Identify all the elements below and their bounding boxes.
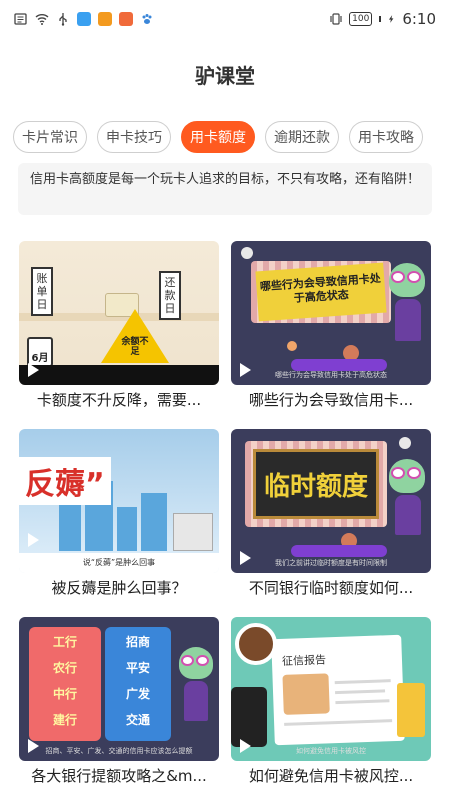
report-line — [335, 689, 386, 695]
category-description: 信用卡高额度是每一个玩卡人追求的目标，不只有攻略，还有陷阱！ — [18, 163, 432, 215]
tab-credit-limit[interactable]: 用卡额度 — [181, 121, 255, 153]
character-body — [395, 299, 421, 341]
bank-list-item: 招商 — [125, 635, 150, 649]
thumb-headline: 反薅” — [19, 457, 111, 505]
video-thumbnail[interactable]: 工行 农行 中行 建行 招商 平安 广发 交通 招商、平安、广发、交通的信用卡应… — [19, 617, 219, 761]
tab-card-strategy[interactable]: 用卡攻略 — [349, 121, 423, 153]
usb-icon — [59, 13, 67, 26]
video-card[interactable]: 工行 农行 中行 建行 招商 平安 广发 交通 招商、平安、广发、交通的信用卡应… — [19, 617, 219, 786]
glasses-icon — [407, 467, 421, 479]
video-card[interactable]: 征信报告 如何避免信用卡被风控 如何避免信用卡被风控... — [231, 617, 431, 786]
video-title[interactable]: 各大银行提额攻略之&m... — [19, 765, 219, 786]
panel-text: 临时额度 — [253, 449, 379, 519]
video-thumbnail[interactable]: 反薅” 说“反薅”是肿么回事 — [19, 429, 219, 573]
bank-list-item: 农行 — [52, 661, 77, 675]
video-title[interactable]: 不同银行临时额度如何... — [231, 577, 431, 598]
battery-tip — [379, 16, 382, 22]
battery-indicator: 100 — [349, 12, 373, 26]
charging-icon — [389, 15, 394, 23]
thumb-subtitle: 哪些行为会导致信用卡处于高危状态 — [275, 371, 387, 379]
glasses-icon — [391, 271, 405, 283]
video-title[interactable]: 被反薅是肿么回事？ — [19, 577, 219, 598]
banner-text: 哪些行为会导致信用卡处于高危状态 — [255, 262, 387, 322]
planet-icon — [399, 437, 411, 449]
play-icon — [240, 363, 251, 377]
report-line — [335, 699, 390, 705]
phone-image — [231, 687, 267, 747]
glasses-icon — [196, 655, 209, 666]
decor-strip — [291, 545, 387, 557]
paw-icon — [142, 14, 152, 24]
battery-level: 100 — [352, 13, 370, 24]
notification-icon — [14, 13, 27, 25]
wifi-icon — [35, 14, 49, 25]
category-tabs: 卡片常识 申卡技巧 用卡额度 逾期还款 用卡攻略 — [13, 121, 423, 153]
credit-report-image: 征信报告 — [271, 634, 405, 746]
planet-icon — [241, 247, 253, 259]
bank-list-right: 招商 平安 广发 交通 — [105, 627, 171, 741]
building — [117, 507, 137, 551]
video-thumbnail[interactable]: 临时额度 我们之前讲过临时额度是有时间限制 — [231, 429, 431, 573]
clock: 6:10 — [402, 10, 436, 28]
warning-text: 余额不足 — [121, 337, 149, 357]
video-title[interactable]: 如何避免信用卡被风控... — [231, 765, 431, 786]
bank-list-item: 广发 — [125, 687, 150, 701]
tab-overdue-repayment[interactable]: 逾期还款 — [265, 121, 339, 153]
bank-list-item: 建行 — [52, 713, 77, 727]
building — [59, 501, 81, 551]
video-thumbnail[interactable]: 征信报告 如何避免信用卡被风控 — [231, 617, 431, 761]
thumb-banner: 哪些行为会导致信用卡处于高危状态 — [251, 261, 391, 323]
bank-list-item: 交通 — [125, 713, 150, 727]
play-icon — [28, 533, 39, 547]
video-thumbnail[interactable]: 哪些行为会导致信用卡处于高危状态 哪些行为会导致信用卡处于高危状态 — [231, 241, 431, 385]
thumb-subtitle: 如何避免信用卡被风控 — [296, 747, 366, 755]
app-icon-blue — [77, 12, 91, 26]
character-body — [184, 681, 208, 721]
thumb-subtitle: 说“反薅”是肿么回事 — [19, 553, 219, 573]
bank-list-item: 工行 — [52, 635, 77, 649]
video-card[interactable]: 临时额度 我们之前讲过临时额度是有时间限制 不同银行临时额度如何... — [231, 429, 431, 598]
bank-list-left: 工行 农行 中行 建行 — [29, 627, 101, 741]
video-title[interactable]: 哪些行为会导致信用卡... — [231, 389, 431, 410]
coffee-cup-image — [235, 623, 277, 665]
planet-icon — [287, 341, 297, 351]
tab-apply-tips[interactable]: 申卡技巧 — [97, 121, 171, 153]
page-title: 驴课堂 — [195, 64, 255, 88]
thumb-subtitle: 招商、平安、广发、交通的信用卡应该怎么提额 — [45, 747, 193, 755]
app-icon-red — [119, 12, 133, 26]
thumb-sign-billing-day: 账单日 — [31, 267, 53, 316]
tab-card-knowledge[interactable]: 卡片常识 — [13, 121, 87, 153]
bank-building-icon — [173, 513, 213, 551]
video-title[interactable]: 卡额度不升反降，需要... — [19, 389, 219, 410]
play-icon — [28, 363, 39, 377]
video-card[interactable]: 哪些行为会导致信用卡处于高危状态 哪些行为会导致信用卡处于高危状态 哪些行为会导… — [231, 241, 431, 410]
glasses-icon — [391, 467, 405, 479]
vibrate-icon — [330, 13, 342, 25]
glasses-icon — [407, 271, 421, 283]
building — [141, 493, 167, 551]
thumb-bottom-bar — [19, 365, 219, 385]
thumb-subtitle: 我们之前讲过临时额度是有时间限制 — [275, 559, 387, 567]
video-card[interactable]: 账单日 还款日 余额不足 6月 卡额度不升反降，需要... — [19, 241, 219, 410]
report-line — [284, 719, 393, 726]
app-icon-orange — [98, 12, 112, 26]
report-photo — [282, 673, 330, 715]
video-card[interactable]: 反薅” 说“反薅”是肿么回事 被反薅是肿么回事？ — [19, 429, 219, 598]
card-image — [397, 683, 425, 737]
play-icon — [240, 739, 251, 753]
thumb-panel: 临时额度 — [245, 441, 387, 527]
video-thumbnail[interactable]: 账单日 还款日 余额不足 6月 — [19, 241, 219, 385]
play-icon — [28, 739, 39, 753]
bank-list-item: 中行 — [52, 687, 77, 701]
glasses-icon — [181, 655, 194, 666]
bank-list-item: 平安 — [125, 661, 150, 675]
report-line — [334, 679, 391, 685]
play-icon — [240, 551, 251, 565]
report-title: 征信报告 — [281, 653, 327, 668]
status-bar: 100 6:10 — [0, 0, 450, 38]
character-body — [395, 495, 421, 535]
